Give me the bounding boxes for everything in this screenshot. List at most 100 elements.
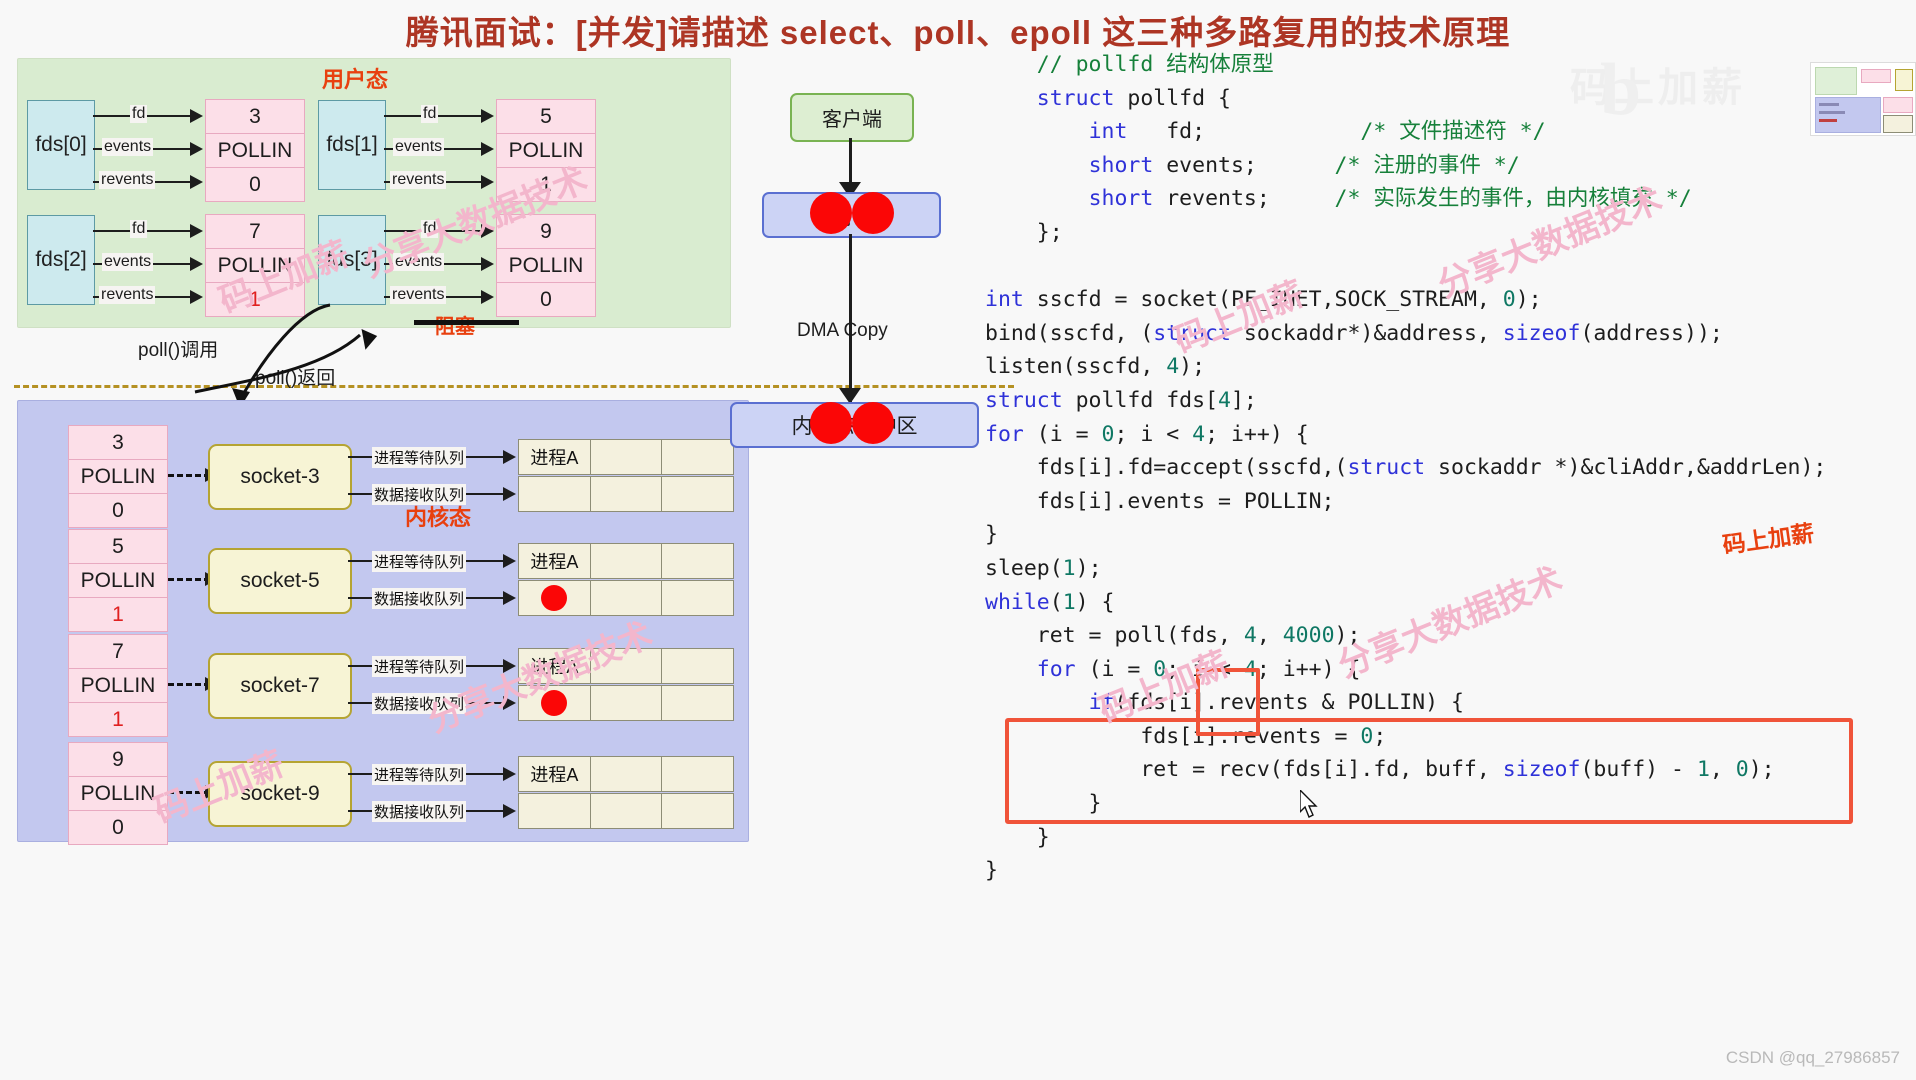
code-line: // pollfd 结构体原型 [985, 48, 1915, 82]
code-token: revents; [1153, 186, 1335, 212]
code-line: listen(sscfd, 4); [985, 350, 1915, 384]
code-token: ); [1179, 354, 1206, 380]
kernel-fd-2: 7 [69, 635, 167, 669]
code-token: 4000 [1282, 623, 1335, 649]
field-label-revents-0: revents [99, 171, 156, 189]
code-token: ); [1075, 555, 1102, 581]
kernel-fd-0: 3 [69, 426, 167, 460]
arrow-head-icon [503, 804, 516, 818]
wait-queue-cells-1: 进程A [518, 543, 734, 579]
queue-cell [590, 757, 663, 791]
field-label-fd-1: fd [421, 105, 439, 123]
code-token: (i = [1075, 656, 1154, 682]
kernel-revents-3: 0 [112, 816, 124, 839]
pollfd-events-1: POLLIN [497, 134, 595, 168]
page-title: 腾讯面试：[并发]请描述 select、poll、epoll 这三种多路复用的技… [405, 14, 1511, 51]
arrow-head-icon [503, 487, 516, 501]
poll-loop-highlight-box [1005, 718, 1853, 824]
arrow-head-icon [190, 257, 203, 271]
dma-copy-label: DMA Copy [797, 320, 888, 341]
socket-box-5: socket-5 [208, 548, 352, 614]
code-token: fds[i].fd=accept(sscfd,( [985, 455, 1348, 481]
pollfd-fd-2: 7 [206, 215, 304, 249]
code-line: short revents; /* 实际发生的事件，由内核填充 */ [985, 182, 1915, 216]
code-token: ret = poll(fds, [985, 623, 1244, 649]
recv-queue-cells-0 [518, 476, 734, 512]
recv-queue-label-2: 数据接收队列 [372, 693, 467, 714]
code-token: (fds[i].revents & POLLIN) { [1114, 690, 1464, 716]
code-token: } [985, 522, 998, 548]
recv-queue-label-0: 数据接收队列 [372, 484, 467, 505]
fds-box-2: fds[2] [27, 215, 95, 305]
code-token: for [1036, 656, 1076, 682]
data-dot-icon [810, 192, 852, 234]
code-token: /* 文件描述符 */ [1360, 119, 1546, 145]
code-token: fd; [1127, 119, 1361, 145]
code-line: fds[i].fd=accept(sscfd,(struct sockaddr … [985, 451, 1915, 485]
flow-line [849, 138, 852, 186]
bilibili-logo: b [1600, 49, 1642, 131]
code-token: struct [985, 387, 1063, 413]
field-label-fd-2: fd [130, 220, 148, 238]
code-token: int [985, 287, 1024, 313]
pollfd-events-0: POLLIN [206, 134, 304, 168]
recv-queue-cells-2 [518, 685, 734, 721]
code-token: ; i++) { [1205, 421, 1309, 447]
arrow-head-icon [481, 142, 494, 156]
code-token: /* 注册的事件 */ [1334, 152, 1520, 178]
field-label-fd-0: fd [130, 105, 148, 123]
wait-queue-cells-0: 进程A [518, 439, 734, 475]
queue-cell [662, 544, 734, 578]
recv-queue-label-3: 数据接收队列 [372, 801, 467, 822]
arrow-head-icon [503, 554, 516, 568]
code-line: short events; /* 注册的事件 */ [985, 149, 1915, 183]
code-token: sleep( [985, 555, 1063, 581]
flow-line [849, 234, 852, 402]
code-line: for (i = 0; i < 4; i++) { [985, 418, 1915, 452]
queue-cell [590, 686, 663, 720]
queue-cell [519, 794, 591, 828]
code-token: events; [1153, 152, 1335, 178]
watermark-brand-gray: 码上加薪 [1570, 66, 1746, 110]
pollfd-events-2: POLLIN [206, 249, 304, 283]
arrow-head-icon [503, 659, 516, 673]
queue-cell [662, 794, 734, 828]
code-line: } [985, 854, 1915, 888]
preview-thumbnail[interactable] [1810, 62, 1916, 136]
code-line: int sscfd = socket(PF_INET,SOCK_STREAM, … [985, 283, 1915, 317]
code-token: // pollfd 结构体原型 [1036, 52, 1274, 77]
queue-cell [662, 757, 734, 791]
recv-queue-cells-3 [518, 793, 734, 829]
field-label-events-0: events [102, 138, 154, 156]
kernel-pollfd-2: 7 POLLIN 1 [68, 634, 168, 737]
socket-box-3: socket-3 [208, 444, 352, 510]
arrow-head-icon [481, 175, 494, 189]
kernel-events-1: POLLIN [69, 564, 167, 598]
wait-queue-label-1: 进程等待队列 [372, 551, 467, 572]
code-line: struct pollfd { [985, 82, 1915, 116]
kernel-fd-1: 5 [69, 530, 167, 564]
data-dot-icon [541, 585, 568, 611]
code-token: /* 实际发生的事件，由内核填充 */ [1334, 186, 1692, 212]
code-token: struct [1036, 85, 1115, 111]
fds-box-3: fds[3] [318, 215, 386, 305]
code-token: 0 [1101, 421, 1115, 447]
code-token: struct [1153, 320, 1231, 346]
code-token: sockaddr *)&cliAddr,&addrLen); [1425, 455, 1827, 481]
code-token: pollfd fds[ [1062, 387, 1219, 413]
arrow-head-icon [503, 696, 516, 710]
code-line: } [985, 821, 1915, 855]
queue-cell [662, 649, 734, 683]
code-line: fds[i].events = POLLIN; [985, 485, 1915, 519]
code-token: short [1088, 152, 1154, 178]
pollfd-fd-3: 9 [497, 215, 595, 249]
code-token: ; i++) { [1256, 656, 1361, 682]
pollfd-events-3: POLLIN [497, 249, 595, 283]
dashed-link [168, 683, 210, 686]
data-dot-icon [541, 690, 568, 716]
code-token: bind(sscfd, ( [985, 320, 1154, 346]
code-line: }; [985, 216, 1915, 250]
